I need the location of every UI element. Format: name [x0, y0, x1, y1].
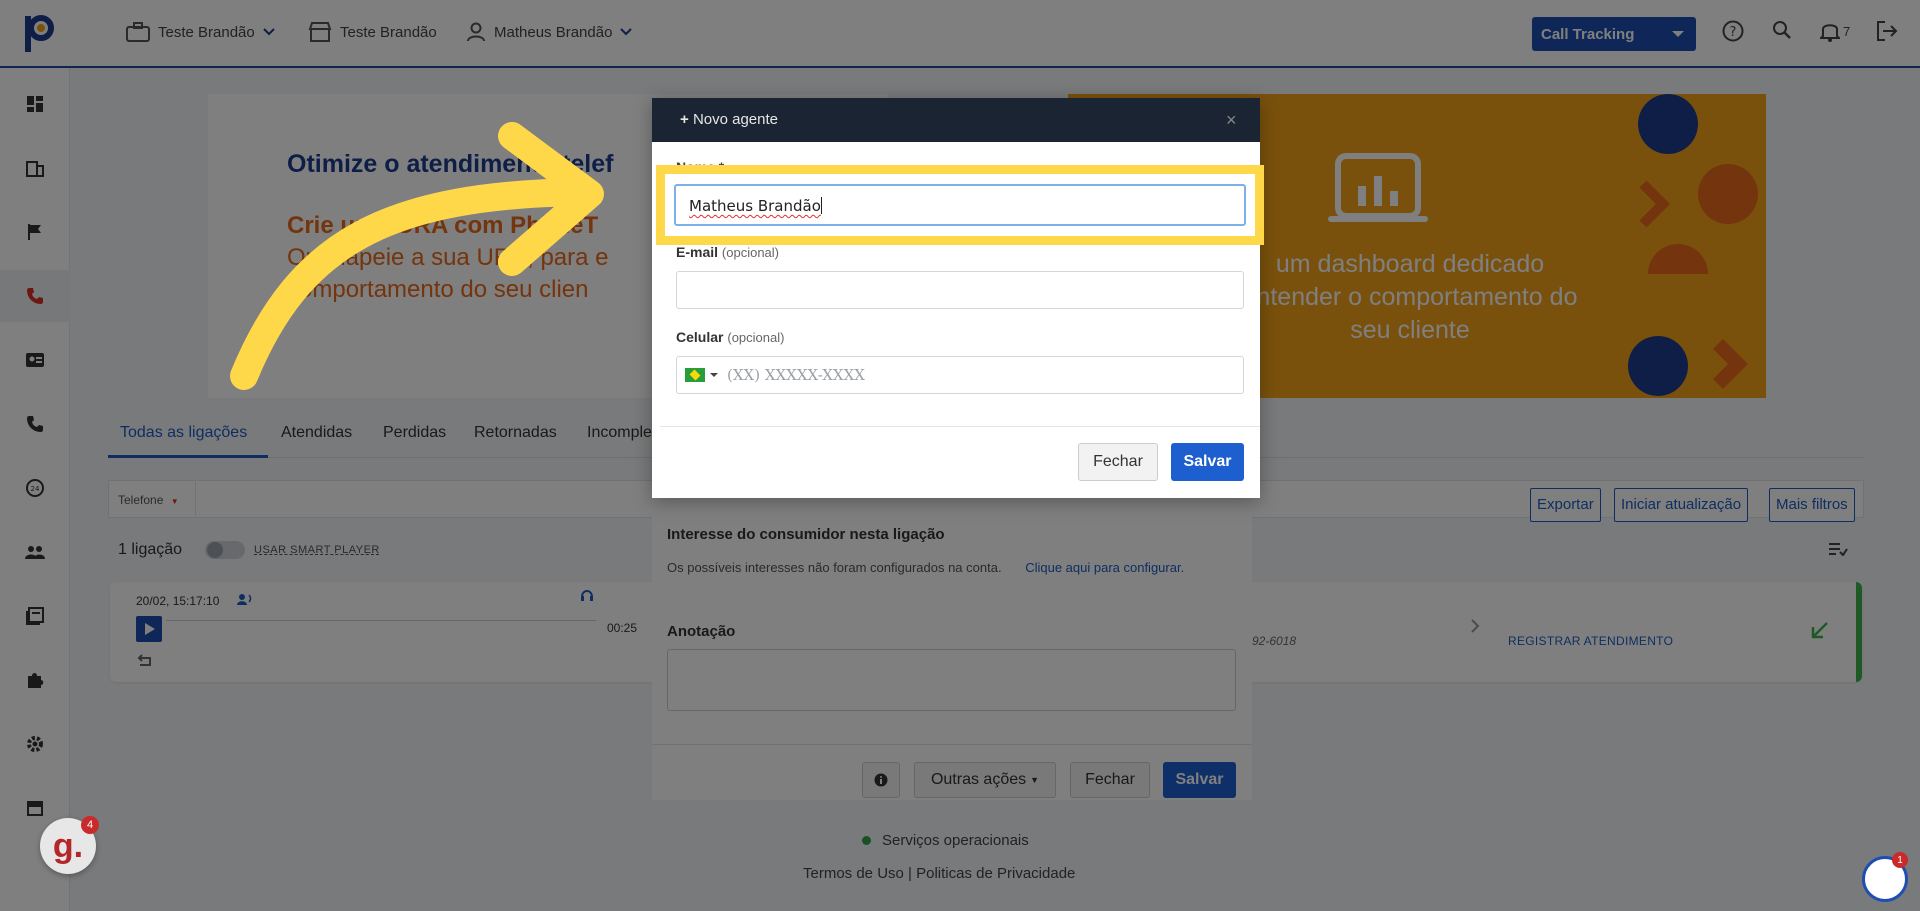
text-cursor — [820, 197, 822, 214]
email-label: E-mail (opcional) — [676, 244, 779, 260]
plus-icon: + — [680, 111, 689, 128]
email-field[interactable] — [676, 271, 1244, 309]
brazil-flag-icon[interactable] — [685, 368, 705, 382]
phone-optional: (opcional) — [727, 330, 785, 345]
close-icon[interactable]: × — [1226, 110, 1237, 131]
assistant-logo: g. — [52, 826, 84, 865]
chat-badge-count: 1 — [1892, 852, 1908, 868]
phone-label: Celular (opcional) — [676, 329, 784, 345]
save-button[interactable]: Salvar — [1171, 443, 1244, 481]
name-field[interactable]: Matheus Brandão — [674, 184, 1246, 226]
modal-title: Novo agente — [692, 111, 779, 128]
name-field-value: Matheus Brandão — [689, 197, 821, 215]
modal-header: + Novo agente — [652, 98, 1260, 142]
phone-placeholder: (XX) XXXXX-XXXX — [727, 366, 865, 384]
close-button[interactable]: Fechar — [1078, 443, 1158, 481]
assistant-badge-count: 4 — [81, 816, 99, 834]
caret-down-icon — [710, 373, 718, 377]
phone-label-text: Celular — [676, 329, 724, 345]
email-label-text: E-mail — [676, 244, 719, 260]
email-optional: (opcional) — [721, 245, 779, 260]
divider — [660, 426, 1260, 427]
